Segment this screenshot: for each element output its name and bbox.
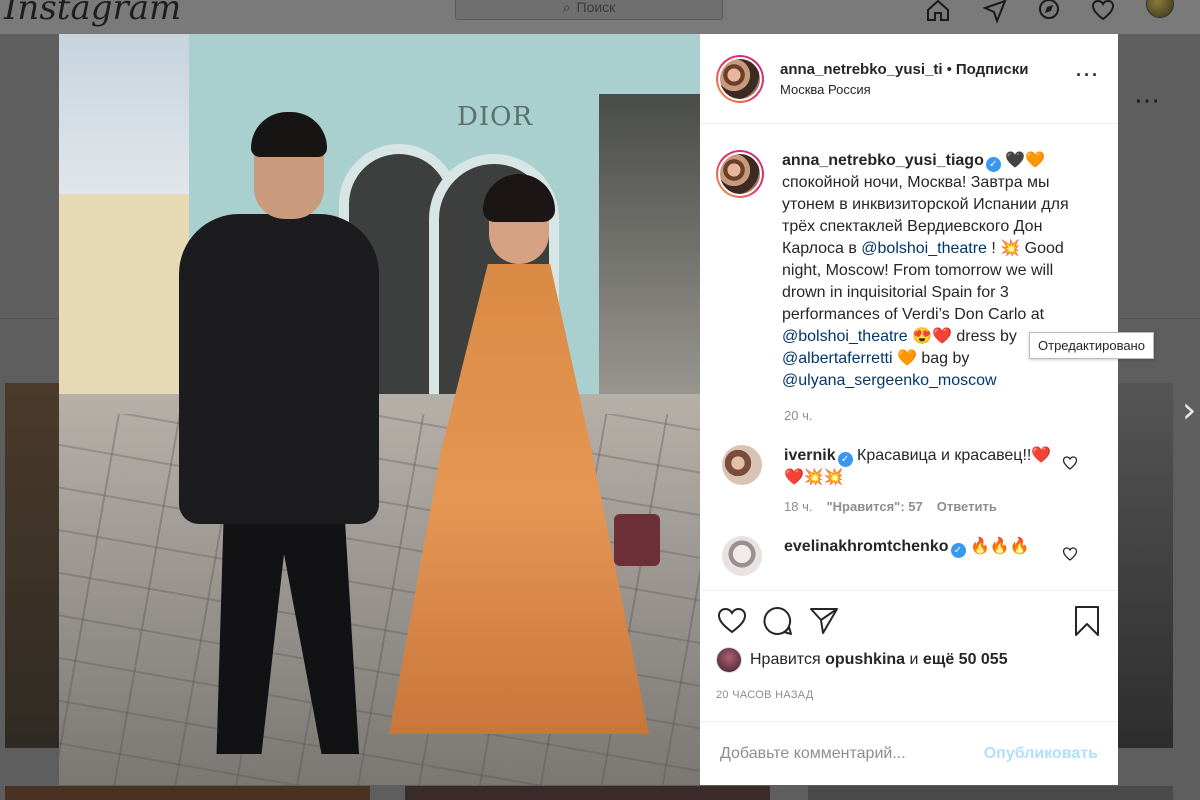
comment-bubble-icon[interactable] [762, 605, 794, 637]
caption-text: 😍❤️ dress by [907, 328, 1017, 345]
commenter-avatar[interactable] [722, 445, 762, 485]
liker-username[interactable]: opushkina [825, 651, 905, 669]
following-button[interactable]: Подписки [956, 61, 1029, 78]
comment-likes[interactable]: "Нравится": 57 [826, 499, 922, 514]
background-grid-tile [5, 383, 59, 748]
comment-input[interactable] [720, 744, 970, 763]
verified-badge-icon: ✓ [950, 543, 966, 558]
commenter-username[interactable]: evelinakhromtchenko [784, 538, 949, 555]
background-grid-tile [405, 786, 770, 800]
add-comment-bar: Опубликовать [700, 721, 1118, 785]
post-actions: Нравится opushkina и ещё 50 055 20 ЧАСОВ… [700, 590, 1118, 721]
post-header: anna_netrebko_yusi_ti • Подписки Москва … [700, 34, 1118, 124]
comment-meta: 18 ч. "Нравится": 57 Ответить [784, 499, 1102, 514]
like-comment-heart-icon[interactable] [1062, 546, 1078, 562]
verified-badge-icon: ✓ [985, 157, 1001, 172]
save-bookmark-icon[interactable] [1072, 605, 1102, 637]
post-photo[interactable]: DIOR [59, 34, 700, 785]
mention-link[interactable]: @albertaferretti [782, 350, 893, 367]
caption-avatar[interactable] [716, 150, 764, 198]
post-side-panel: anna_netrebko_yusi_ti • Подписки Москва … [700, 34, 1118, 785]
activity-heart-icon[interactable] [1090, 0, 1116, 22]
separator-dot: • [946, 60, 952, 78]
instagram-logo[interactable]: Instagram [4, 0, 181, 28]
share-send-icon[interactable] [808, 605, 840, 637]
caption-emoji: 🖤🧡 [1005, 152, 1046, 169]
caption-username[interactable]: anna_netrebko_yusi_tiago [782, 152, 984, 169]
post-timestamp: 20 ЧАСОВ НАЗАД [716, 689, 814, 701]
publish-button[interactable]: Опубликовать [984, 745, 1098, 763]
likes-summary: Нравится opushkina и ещё 50 055 [716, 647, 1102, 673]
search-input[interactable]: ⌕ Поиск [455, 0, 723, 20]
search-icon: ⌕ [562, 0, 571, 15]
comment-item: ivernik ✓ Красавица и красавец!!❤️❤️💥💥 [716, 445, 1102, 489]
mention-link[interactable]: @bolshoi_theatre [861, 240, 987, 257]
liker-avatar[interactable] [716, 647, 742, 673]
comment-text: 🔥🔥🔥 [969, 538, 1030, 555]
post-location[interactable]: Москва Россия [780, 82, 1028, 97]
background-grid-tile [1118, 383, 1173, 748]
background-grid-tile [5, 786, 370, 800]
mention-link[interactable]: @ulyana_sergeenko_moscow [782, 372, 997, 389]
next-post-arrow-icon[interactable]: › [1182, 390, 1196, 431]
background-more-icon: ⋯ [1134, 85, 1162, 115]
edited-tooltip: Отредактировано [1029, 332, 1154, 359]
photo-shop-window [599, 94, 700, 404]
photo-store-sign: DIOR [457, 102, 534, 132]
commenter-username[interactable]: ivernik [784, 447, 836, 464]
direct-icon[interactable] [982, 0, 1008, 24]
photo-handbag [614, 514, 660, 566]
background-grid-tile [808, 786, 1173, 800]
verified-badge-icon: ✓ [837, 452, 853, 467]
like-heart-icon[interactable] [716, 605, 748, 637]
likes-count[interactable]: ещё 50 055 [923, 651, 1008, 669]
likes-and: и [909, 651, 919, 668]
photo-building-left [59, 194, 194, 404]
comment-time: 18 ч. [784, 499, 813, 514]
mention-link[interactable]: @bolshoi_theatre [782, 328, 908, 345]
author-username[interactable]: anna_netrebko_yusi_ti [780, 61, 943, 78]
more-options-icon[interactable]: ··· [1076, 66, 1100, 84]
like-comment-heart-icon[interactable] [1062, 455, 1078, 471]
commenter-avatar[interactable] [722, 536, 762, 576]
comment-item: evelinakhromtchenko ✓ 🔥🔥🔥 [716, 536, 1102, 576]
caption-time: 20 ч. [784, 408, 813, 423]
search-placeholder: Поиск [576, 0, 616, 15]
caption-text: 🧡 bag by [892, 350, 970, 367]
likes-prefix: Нравится [750, 651, 821, 668]
reply-button[interactable]: Ответить [937, 499, 997, 514]
explore-icon[interactable] [1036, 0, 1062, 22]
photo-man [179, 214, 379, 524]
author-avatar[interactable] [716, 54, 764, 103]
home-icon[interactable] [925, 0, 951, 22]
